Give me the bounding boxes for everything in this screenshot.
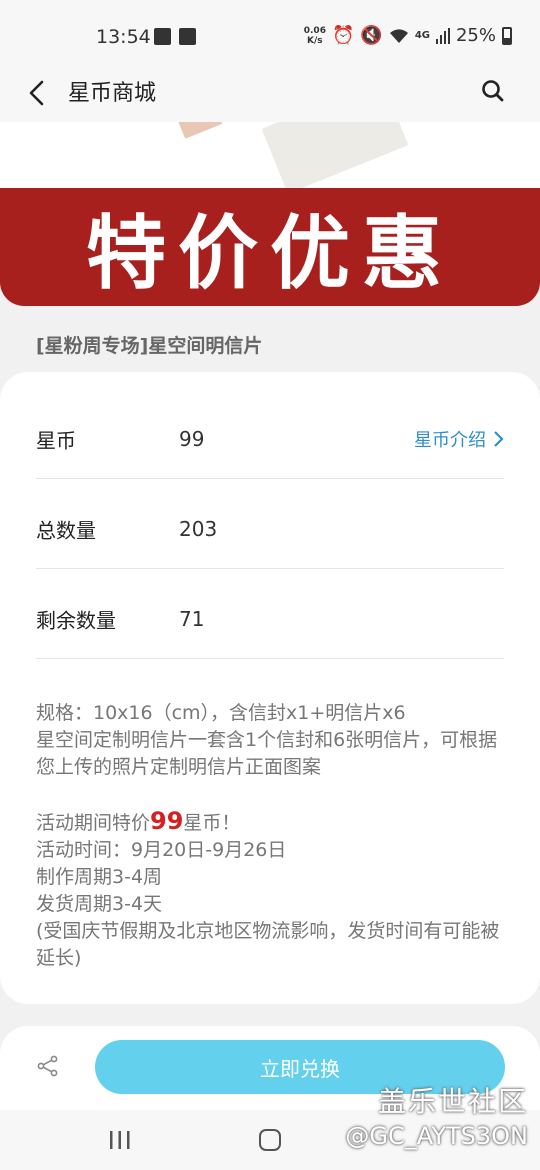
status-right: 0.06 K/s ⏰ 🔇 4G 25% [304, 25, 512, 46]
mute-icon: 🔇 [360, 25, 383, 46]
star-coin-intro-link[interactable]: 星币介绍 [414, 426, 504, 452]
battery-icon [502, 26, 512, 45]
product-title: [星粉周专场]星空间明信片 [36, 335, 263, 357]
desc-shipping-note: (受国庆节假期及北京地区物流影响，发货时间有可能被延长) [36, 920, 500, 969]
back-arrow-icon[interactable] [22, 76, 56, 110]
net-speed: 0.06 K/s [303, 25, 326, 46]
desc-spacer [36, 781, 506, 808]
search-icon[interactable] [478, 76, 508, 106]
row-total-quantity: 总数量 203 [36, 479, 504, 569]
network-type: 4G [414, 30, 430, 41]
postcard-image-fragment [177, 122, 223, 139]
signal-icon [435, 27, 450, 44]
star-coin-intro-label: 星币介绍 [414, 430, 486, 451]
home-icon[interactable] [259, 1129, 281, 1151]
row-value: 71 [179, 607, 205, 631]
desc-spec: 规格：10x16（cm），含信封x1+明信片x6 [36, 702, 406, 724]
status-notification-icons [154, 28, 196, 45]
check-notification-icon [179, 28, 196, 45]
desc-activity-time: 活动时间：9月20日-9月26日 [36, 839, 287, 861]
promo-banner: 特价优惠 [0, 188, 540, 306]
row-label: 星币 [36, 428, 76, 453]
watermark-community: 盖乐世社区 [377, 1085, 528, 1118]
row-label: 总数量 [36, 518, 96, 543]
share-icon[interactable] [36, 1054, 60, 1078]
promo-banner-text: 特价优惠 [86, 207, 454, 300]
desc-shipping-cycle: 发货周期3-4天 [36, 893, 163, 915]
status-bar: 13:54 0.06 K/s ⏰ 🔇 4G 25% [0, 0, 540, 72]
chevron-right-icon [494, 431, 504, 447]
row-remaining-quantity: 剩余数量 71 [36, 569, 504, 659]
row-value: 203 [179, 517, 218, 541]
postcard-image [261, 122, 409, 188]
product-image-top [0, 122, 540, 188]
desc-promo: 活动期间特价99星币！ [36, 807, 241, 835]
page-title: 星币商城 [68, 81, 157, 106]
wifi-icon [389, 28, 408, 43]
product-description: 规格：10x16（cm），含信封x1+明信片x6 星空间定制明信片一套含1个信封… [36, 700, 506, 972]
watermark-user: @GC_AYTS3ON [345, 1122, 528, 1150]
alarm-icon: ⏰ [331, 25, 355, 46]
row-label: 剩余数量 [36, 608, 116, 633]
status-time: 13:54 [96, 26, 151, 48]
row-value: 99 [179, 427, 205, 451]
recent-apps-icon[interactable] [108, 1130, 132, 1150]
gallery-notification-icon [154, 28, 171, 45]
app-bar: 星币商城 [0, 72, 540, 122]
row-star-coins: 星币 99 星币介绍 [36, 389, 504, 479]
battery-text: 25% [455, 25, 496, 46]
promo-price: 99 [150, 807, 184, 835]
desc-production-cycle: 制作周期3-4周 [36, 866, 163, 888]
desc-content: 星空间定制明信片一套含1个信封和6张明信片，可根据您上传的照片定制明信片正面图案 [36, 729, 498, 778]
